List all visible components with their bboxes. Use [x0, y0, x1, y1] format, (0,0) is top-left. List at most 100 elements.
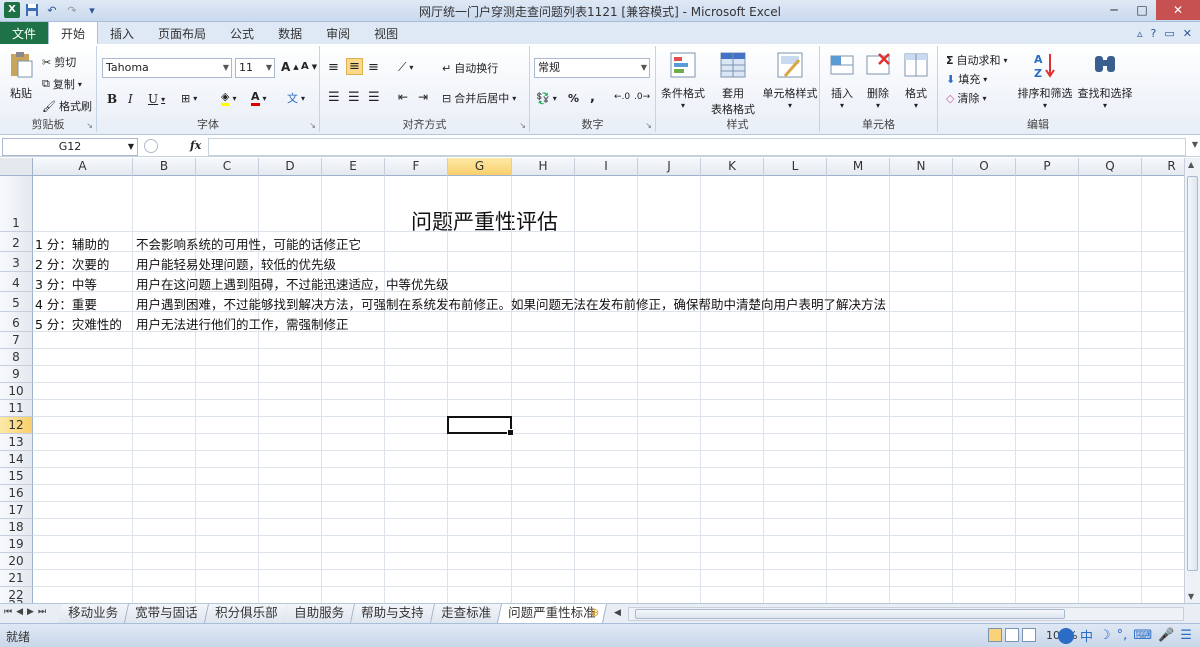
normal-view-icon[interactable] [988, 628, 1002, 642]
align-middle-button[interactable]: ≡ [346, 58, 363, 75]
tab-data[interactable]: 数据 [266, 22, 314, 44]
row-header-12[interactable]: 12 [0, 417, 33, 434]
wrap-text-button[interactable]: ↵ 自动换行 [442, 60, 498, 76]
row-header-10[interactable]: 10 [0, 383, 33, 400]
column-header-m[interactable]: M [827, 158, 890, 176]
row-header-2[interactable]: 2 [0, 232, 33, 252]
page-layout-view-icon[interactable] [1005, 628, 1019, 642]
close-button[interactable]: ✕ [1156, 0, 1200, 20]
minimize-button[interactable]: ─ [1100, 0, 1128, 20]
column-header-q[interactable]: Q [1079, 158, 1142, 176]
copy-button[interactable]: ⧉ 复制 ▾ [42, 76, 82, 92]
sheet-tab[interactable]: 走查标准 [430, 604, 502, 623]
column-header-b[interactable]: B [133, 158, 196, 176]
dialog-launcher-icon[interactable]: ↘ [645, 121, 652, 130]
ime-moon-icon[interactable]: ☽ [1099, 628, 1111, 643]
ime-menu-icon[interactable]: ☰ [1180, 628, 1192, 643]
row-header-21[interactable]: 21 [0, 570, 33, 587]
severity-description-cell[interactable]: 用户能轻易处理问题，较低的优先级 [134, 254, 336, 273]
format-as-table-button[interactable]: 套用 表格格式 [708, 50, 758, 117]
maximize-button[interactable]: □ [1128, 0, 1156, 20]
ime-keyboard-icon[interactable]: ⌨ [1133, 628, 1152, 643]
severity-level-cell[interactable]: 1 分：辅助的 [33, 234, 109, 253]
clear-button[interactable]: ◇ 清除 ▾ [946, 90, 986, 106]
orientation-button[interactable]: ⟋ ▾ [398, 60, 413, 75]
help-icon[interactable]: ? [1151, 27, 1157, 40]
row-header-11[interactable]: 11 [0, 400, 33, 417]
tab-split-left-icon[interactable]: ◀ [614, 608, 621, 618]
ime-logo-icon[interactable] [1058, 627, 1074, 644]
bold-button[interactable]: B [107, 92, 117, 106]
ime-punctuation-icon[interactable]: °, [1117, 628, 1128, 643]
italic-button[interactable]: I [128, 92, 133, 106]
column-header-l[interactable]: L [764, 158, 827, 176]
close-workbook-icon[interactable]: ✕ [1183, 27, 1192, 40]
column-header-r[interactable]: R [1142, 158, 1184, 176]
row-header-18[interactable]: 18 [0, 519, 33, 536]
sort-filter-button[interactable]: AZ 排序和筛选 ▾ [1016, 50, 1074, 110]
row-header-1[interactable]: 1 [0, 176, 33, 232]
column-header-i[interactable]: I [575, 158, 638, 176]
name-box[interactable]: G12 ▼ [2, 138, 138, 156]
column-header-j[interactable]: J [638, 158, 701, 176]
decrease-decimal-button[interactable]: .0→ [634, 92, 650, 102]
row-header-20[interactable]: 20 [0, 553, 33, 570]
accounting-format-button[interactable]: 💱 ▾ [536, 92, 557, 105]
next-sheet-icon[interactable]: ▶ [27, 607, 34, 617]
align-top-button[interactable]: ≡ [328, 60, 339, 75]
cut-button[interactable]: ✂ 剪切 [42, 54, 76, 70]
restore-workbook-icon[interactable]: ▭ [1164, 27, 1174, 40]
tab-formulas[interactable]: 公式 [218, 22, 266, 44]
insert-sheet-icon[interactable]: ⊕ [590, 606, 599, 619]
last-sheet-icon[interactable]: ⏭ [38, 607, 46, 617]
delete-cells-button[interactable]: 删除 ▾ [860, 50, 896, 110]
page-break-view-icon[interactable] [1022, 628, 1036, 642]
tab-page-layout[interactable]: 页面布局 [146, 22, 218, 44]
column-header-h[interactable]: H [512, 158, 575, 176]
borders-button[interactable]: ⊞ ▾ [181, 92, 197, 105]
row-header-14[interactable]: 14 [0, 451, 33, 468]
fill-color-button[interactable]: ◈ ▾ [221, 90, 236, 106]
percent-button[interactable]: % [568, 92, 579, 105]
comma-button[interactable]: , [590, 90, 595, 105]
tab-insert[interactable]: 插入 [98, 22, 146, 44]
align-right-button[interactable]: ☰ [368, 90, 380, 105]
tab-view[interactable]: 视图 [362, 22, 410, 44]
font-size-combo[interactable]: 11 ▼ [235, 58, 275, 78]
insert-cells-button[interactable]: 插入 ▾ [824, 50, 860, 110]
autosum-button[interactable]: Σ 自动求和 ▾ [946, 52, 1008, 68]
increase-indent-button[interactable]: ⇥ [418, 90, 428, 104]
increase-decimal-button[interactable]: ←.0 [614, 92, 630, 102]
sheet-tab[interactable]: 宽带与固话 [124, 604, 209, 623]
row-header-17[interactable]: 17 [0, 502, 33, 519]
column-header-p[interactable]: P [1016, 158, 1079, 176]
merge-center-button[interactable]: ⊟ 合并后居中 ▾ [442, 90, 516, 106]
column-header-d[interactable]: D [259, 158, 322, 176]
expand-formula-icon[interactable]: ▼ [1192, 140, 1198, 149]
worksheet-grid[interactable]: ABCDEFGHIJKLMNOPQR 1 2 3 4 5 6 7 8 9 10 11 12 13 14 15… [0, 158, 1184, 603]
column-header-f[interactable]: F [385, 158, 448, 176]
row-header-4[interactable]: 4 [0, 272, 33, 292]
fill-button[interactable]: ⬇ 填充 ▾ [946, 71, 987, 87]
cell-area[interactable]: 问题严重性评估 1 分：辅助的 不会影响系统的可用性，可能的话修正它 2 分：次要的… [33, 176, 1184, 603]
scroll-up-icon[interactable]: ▲ [1188, 160, 1194, 169]
format-painter-button[interactable]: 🖌 格式刷 [42, 98, 92, 114]
sheet-tab[interactable]: 积分俱乐部 [204, 604, 289, 623]
column-header-e[interactable]: E [322, 158, 385, 176]
severity-level-cell[interactable]: 2 分：次要的 [33, 254, 109, 273]
decrease-indent-button[interactable]: ⇤ [398, 90, 408, 104]
vertical-scrollbar[interactable]: ▲ ▼ [1184, 158, 1200, 603]
cell-styles-button[interactable]: 单元格样式 ▾ [760, 50, 820, 110]
column-header-n[interactable]: N [890, 158, 953, 176]
prev-sheet-icon[interactable]: ◀ [16, 607, 23, 617]
severity-description-cell[interactable]: 用户遇到困难，不过能够找到解决方法，可强制在系统发布前修正。如果问题无法在发布前… [134, 294, 886, 313]
tab-review[interactable]: 审阅 [314, 22, 362, 44]
font-family-combo[interactable]: Tahoma ▼ [102, 58, 232, 78]
severity-level-cell[interactable]: 4 分：重要 [33, 294, 97, 313]
column-header-c[interactable]: C [196, 158, 259, 176]
ime-chinese-icon[interactable]: 中 [1080, 626, 1093, 645]
severity-description-cell[interactable]: 用户无法进行他们的工作，需强制修正 [134, 314, 349, 333]
severity-description-cell[interactable]: 用户在这问题上遇到阻碍，不过能迅速适应，中等优先级 [134, 274, 449, 293]
sheet-tab[interactable]: 移动业务 [57, 604, 130, 623]
row-header-19[interactable]: 19 [0, 536, 33, 553]
